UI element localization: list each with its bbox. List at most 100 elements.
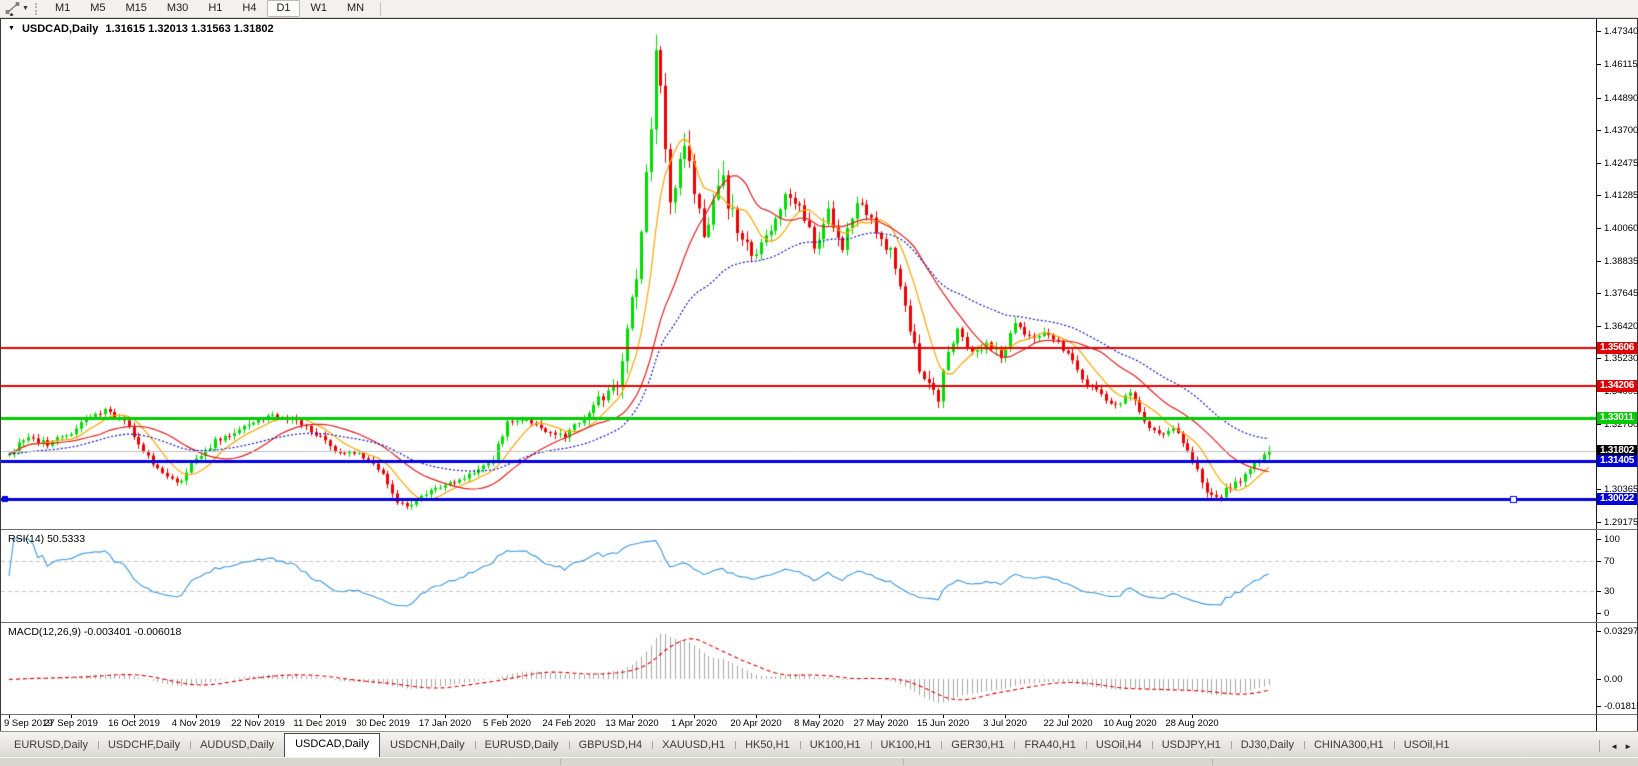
chart-tab-dj30-daily[interactable]: DJ30,Daily <box>1231 734 1304 757</box>
macd-axis[interactable]: 0.032972 0.00 -0.018154 <box>1596 623 1637 714</box>
status-bar <box>0 757 1638 766</box>
price-chart-canvas[interactable] <box>1 19 1596 529</box>
date-axis-corner <box>1596 715 1637 731</box>
draw-tool-button[interactable]: ▼ <box>3 1 31 17</box>
chart-tab-audusd-daily[interactable]: AUDUSD,Daily <box>190 734 284 757</box>
macd-label: MACD(12,26,9) -0.003401 -0.006018 <box>8 626 181 638</box>
chart-tab-hk50-h1[interactable]: HK50,H1 <box>735 734 800 757</box>
price-line-tag: 1.33011 <box>1597 412 1637 424</box>
price-axis-tick: 1.36420 <box>1597 321 1638 332</box>
date-axis-label: 24 Feb 2020 <box>542 718 595 729</box>
rsi-pane: RSI(14) 50.5333 100 70 30 0 <box>1 530 1637 623</box>
date-axis-label: 22 Jul 2020 <box>1043 718 1092 729</box>
date-axis-label: 1 Apr 2020 <box>671 718 717 729</box>
date-axis-label: 4 Nov 2019 <box>172 718 221 729</box>
chart-tab-gbpusd-h4[interactable]: GBPUSD,H4 <box>569 734 653 757</box>
timeframe-button-d1[interactable]: D1 <box>267 0 299 17</box>
macd-pane: MACD(12,26,9) -0.003401 -0.006018 0.0329… <box>1 623 1637 715</box>
chart-tab-eurusd-daily[interactable]: EURUSD,Daily <box>475 734 569 757</box>
macd-axis-tick: -0.018154 <box>1597 701 1638 712</box>
macd-axis-tick: 0.00 <box>1597 674 1623 685</box>
price-axis-tick: 1.29175 <box>1597 517 1638 528</box>
status-separator <box>560 759 561 765</box>
timeframe-button-h1[interactable]: H1 <box>199 0 231 17</box>
chart-tab-uk100-h1[interactable]: UK100,H1 <box>800 734 871 757</box>
price-axis-tick: 1.38835 <box>1597 256 1638 267</box>
chart-tab-china300-h1[interactable]: CHINA300,H1 <box>1304 734 1394 757</box>
price-line-tag: 1.34206 <box>1597 380 1637 392</box>
date-axis-label: 5 Feb 2020 <box>483 718 531 729</box>
chart-tab-usdchf-daily[interactable]: USDCHF,Daily <box>98 734 190 757</box>
date-axis-label: 11 Dec 2019 <box>293 718 346 729</box>
date-axis-label: 20 Apr 2020 <box>730 718 781 729</box>
rsi-label: RSI(14) 50.5333 <box>8 533 85 545</box>
price-axis-tick: 1.44890 <box>1597 93 1638 104</box>
rsi-axis[interactable]: 100 70 30 0 <box>1596 530 1637 622</box>
date-axis-label: 10 Aug 2020 <box>1103 718 1156 729</box>
date-axis-label: 17 Jan 2020 <box>419 718 471 729</box>
chart-tab-usoil-h1[interactable]: USOil,H1 <box>1394 734 1460 757</box>
date-axis-label: 3 Jul 2020 <box>983 718 1027 729</box>
tab-scroll-right-button[interactable]: ► <box>1624 742 1632 751</box>
date-axis-label: 27 Sep 2019 <box>44 718 98 729</box>
price-line-tag: 1.30022 <box>1597 493 1637 505</box>
date-axis-label: 30 Dec 2019 <box>356 718 410 729</box>
chart-tab-fra40-h1[interactable]: FRA40,H1 <box>1014 734 1085 757</box>
chart-title: ▼ USDCAD,Daily 1.31615 1.32013 1.31563 1… <box>8 23 274 35</box>
rsi-canvas[interactable] <box>1 530 1596 622</box>
timeframe-button-m15[interactable]: M15 <box>117 0 156 17</box>
date-axis-label: 27 May 2020 <box>854 718 909 729</box>
chart-tab-usoil-h4[interactable]: USOil,H4 <box>1086 734 1152 757</box>
price-pane: ▼ USDCAD,Daily 1.31615 1.32013 1.31563 1… <box>1 19 1637 530</box>
rsi-axis-tick: 70 <box>1597 556 1615 567</box>
trendline-tool-icon <box>5 2 20 16</box>
macd-axis-tick: 0.032972 <box>1597 626 1638 637</box>
date-axis-label: 13 Mar 2020 <box>605 718 658 729</box>
timeframe-button-m1[interactable]: M1 <box>46 0 79 17</box>
tab-scroll-left-button[interactable]: ◄ <box>1610 742 1618 751</box>
price-line-tag: 1.35606 <box>1597 342 1637 354</box>
price-axis-tick: 1.42475 <box>1597 158 1638 169</box>
chart-tab-usdcnh-daily[interactable]: USDCNH,Daily <box>380 734 475 757</box>
chart-tab-usdjpy-h1[interactable]: USDJPY,H1 <box>1152 734 1231 757</box>
status-separator <box>903 759 904 765</box>
chart-symbol-dropdown-icon[interactable]: ▼ <box>8 24 15 34</box>
date-axis-label: 15 Jun 2020 <box>917 718 969 729</box>
chart-symbol-period: USDCAD,Daily <box>22 23 98 35</box>
chart-tab-xauusd-h1[interactable]: XAUUSD,H1 <box>652 734 735 757</box>
price-axis-tick: 1.43700 <box>1597 125 1638 136</box>
rsi-axis-tick: 0 <box>1597 608 1609 619</box>
chart-tab-uk100-h1[interactable]: UK100,H1 <box>871 734 942 757</box>
toolbar-grip[interactable] <box>35 3 39 15</box>
status-separator <box>1212 759 1213 765</box>
timeframe-button-m5[interactable]: M5 <box>81 0 114 17</box>
date-axis-label: 16 Oct 2019 <box>108 718 160 729</box>
dropdown-caret-icon: ▼ <box>22 5 29 12</box>
tab-scroll-buttons: ◄► <box>1593 740 1638 757</box>
chart-tab-usdcad-daily[interactable]: USDCAD,Daily <box>284 733 380 757</box>
chart-tab-bar: EURUSD,DailyUSDCHF,DailyAUDUSD,DailyUSDC… <box>0 731 1638 757</box>
timeframe-button-mn[interactable]: MN <box>338 0 373 17</box>
rsi-axis-tick: 30 <box>1597 586 1615 597</box>
toolbar-separator <box>380 2 381 16</box>
price-axis-tick: 1.47340 <box>1597 26 1638 37</box>
date-axis-label: 28 Aug 2020 <box>1165 718 1218 729</box>
timeframe-button-w1[interactable]: W1 <box>302 0 337 17</box>
chart-tab-eurusd-daily[interactable]: EURUSD,Daily <box>4 734 98 757</box>
price-line-tag: 1.31405 <box>1597 455 1637 467</box>
timeframe-button-h4[interactable]: H4 <box>233 0 265 17</box>
price-axis-tick: 1.40060 <box>1597 223 1638 234</box>
chart-window: ▼ USDCAD,Daily 1.31615 1.32013 1.31563 1… <box>0 18 1638 731</box>
date-axis[interactable]: 9 Sep 201927 Sep 201916 Oct 20194 Nov 20… <box>1 715 1637 731</box>
top-toolbar: ▼ M1M5M15M30H1H4D1W1MN <box>0 0 1638 18</box>
chart-tab-ger30-h1[interactable]: GER30,H1 <box>941 734 1014 757</box>
date-axis-label: 22 Nov 2019 <box>231 718 285 729</box>
price-axis-tick: 1.41285 <box>1597 190 1638 201</box>
chart-ohlc-values: 1.31615 1.32013 1.31563 1.31802 <box>105 23 273 35</box>
price-axis[interactable]: 1.47340 1.46115 1.44890 1.43700 1.42475 1.412… <box>1596 19 1637 529</box>
timeframe-button-m30[interactable]: M30 <box>158 0 197 17</box>
macd-canvas[interactable] <box>1 623 1596 714</box>
price-axis-tick: 1.37645 <box>1597 288 1638 299</box>
price-axis-tick: 1.46115 <box>1597 59 1638 70</box>
rsi-axis-tick: 100 <box>1597 534 1620 545</box>
